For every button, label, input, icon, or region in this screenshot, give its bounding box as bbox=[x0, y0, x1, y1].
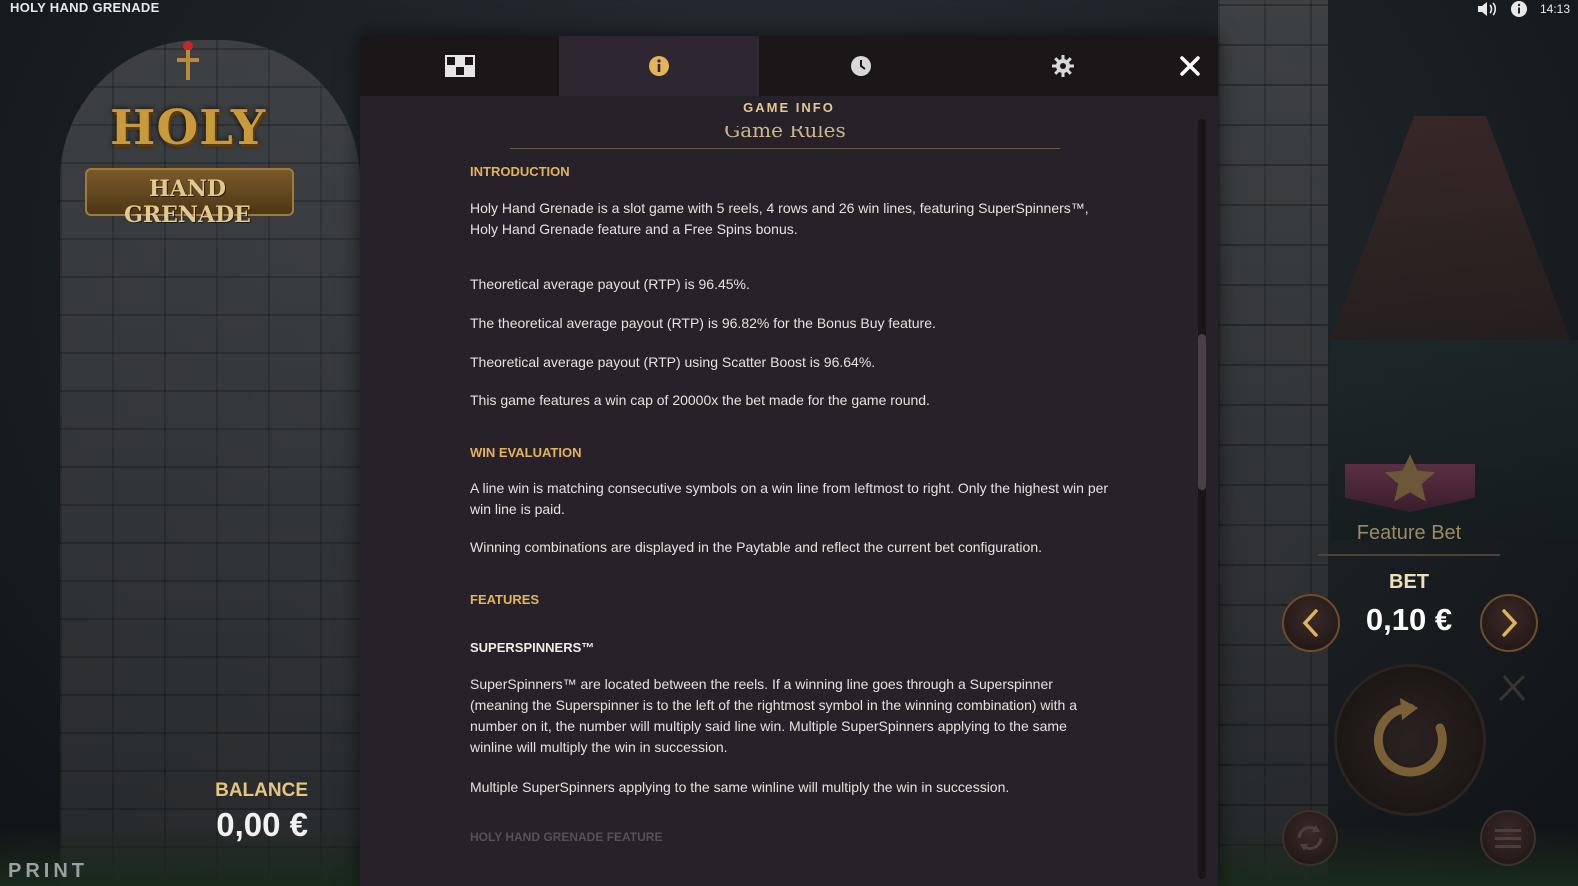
grid-icon bbox=[444, 55, 475, 77]
feature-bet-label[interactable]: Feature Bet bbox=[1318, 522, 1500, 545]
refresh-icon bbox=[1373, 698, 1447, 777]
superspinners-paragraph-1: SuperSpinners™ are located between the r… bbox=[470, 676, 1077, 755]
gear-icon bbox=[1051, 55, 1074, 77]
intro-paragraph-3: The theoretical average payout (RTP) is … bbox=[470, 315, 936, 331]
game-title: HOLY HAND GRENADE bbox=[10, 0, 160, 15]
print-label: PRINT bbox=[8, 860, 88, 882]
menu-button[interactable] bbox=[1480, 810, 1536, 866]
chevron-right-icon bbox=[1502, 609, 1518, 637]
game-info-modal: GAME INFO Game Rules INTRODUCTION Holy H… bbox=[360, 36, 1218, 886]
intro-paragraph-5: This game features a win cap of 20000x t… bbox=[470, 392, 930, 408]
turbo-icon[interactable] bbox=[1494, 670, 1530, 706]
grenade-icon bbox=[177, 41, 199, 80]
hamburger-icon bbox=[1495, 829, 1521, 848]
scrollbar-thumb[interactable] bbox=[1198, 334, 1206, 490]
sound-icon[interactable] bbox=[1476, 1, 1498, 17]
superspinners-heading: SUPERSPINNERS™ bbox=[470, 640, 595, 655]
rules-heading: Game Rules bbox=[724, 118, 846, 142]
tab-settings[interactable] bbox=[963, 36, 1162, 96]
bet-value: 0,10 € bbox=[1365, 602, 1453, 637]
logo-holy: HOLY bbox=[110, 100, 267, 156]
bet-decrease-button[interactable] bbox=[1282, 594, 1340, 652]
church-roof bbox=[1330, 116, 1570, 340]
heading-divider bbox=[510, 148, 1060, 149]
autoplay-icon bbox=[1297, 825, 1323, 851]
clock-icon bbox=[851, 56, 871, 76]
win-evaluation-heading: WIN EVALUATION bbox=[470, 445, 582, 460]
scrollbar-track[interactable] bbox=[1198, 119, 1206, 879]
bet-label: BET bbox=[1389, 571, 1429, 593]
divider bbox=[1318, 554, 1500, 556]
top-status-bar: 14:13 bbox=[1476, 0, 1570, 18]
bet-increase-button[interactable] bbox=[1480, 594, 1538, 652]
modal-tabs bbox=[360, 36, 1218, 96]
section-title: GAME INFO bbox=[743, 100, 835, 115]
win-eval-paragraph-1: A line win is matching consecutive symbo… bbox=[470, 480, 1109, 517]
close-icon bbox=[1180, 56, 1200, 76]
star-icon bbox=[1384, 454, 1436, 502]
holy-hand-grenade-heading: HOLY HAND GRENADE FEATURE bbox=[470, 830, 663, 844]
logo-hand-grenade: HAND GRENADE bbox=[124, 176, 251, 228]
balance-label: BALANCE bbox=[215, 780, 308, 801]
intro-paragraph-1: Holy Hand Grenade is a slot game with 5 … bbox=[470, 200, 1089, 237]
autoplay-button[interactable] bbox=[1282, 810, 1338, 866]
win-eval-paragraph-2: Winning combinations are displayed in th… bbox=[470, 539, 1043, 555]
info-icon bbox=[649, 56, 669, 76]
intro-paragraph-4: Theoretical average payout (RTP) using S… bbox=[470, 354, 876, 370]
close-button[interactable] bbox=[1162, 36, 1218, 96]
clock-time: 14:13 bbox=[1539, 2, 1570, 16]
superspinners-paragraph-2: Multiple SuperSpinners applying to the s… bbox=[470, 779, 1010, 795]
forest-background bbox=[1330, 340, 1578, 540]
features-heading: FEATURES bbox=[470, 592, 540, 607]
rules-content[interactable]: Game Rules INTRODUCTION Holy Hand Grenad… bbox=[360, 118, 1218, 886]
intro-paragraph-2: Theoretical average payout (RTP) is 96.4… bbox=[470, 276, 750, 292]
stone-wall-right bbox=[1218, 0, 1328, 886]
tab-history[interactable] bbox=[759, 36, 963, 96]
tab-info[interactable] bbox=[559, 36, 759, 96]
chevron-left-icon bbox=[1302, 609, 1318, 637]
introduction-heading: INTRODUCTION bbox=[470, 164, 570, 179]
game-logo: HOLY HAND GRENADE bbox=[75, 40, 300, 250]
balance-value: 0,00 € bbox=[216, 806, 308, 843]
spin-button[interactable] bbox=[1334, 664, 1486, 816]
info-icon[interactable] bbox=[1510, 0, 1528, 18]
tab-paytable[interactable] bbox=[360, 36, 559, 96]
